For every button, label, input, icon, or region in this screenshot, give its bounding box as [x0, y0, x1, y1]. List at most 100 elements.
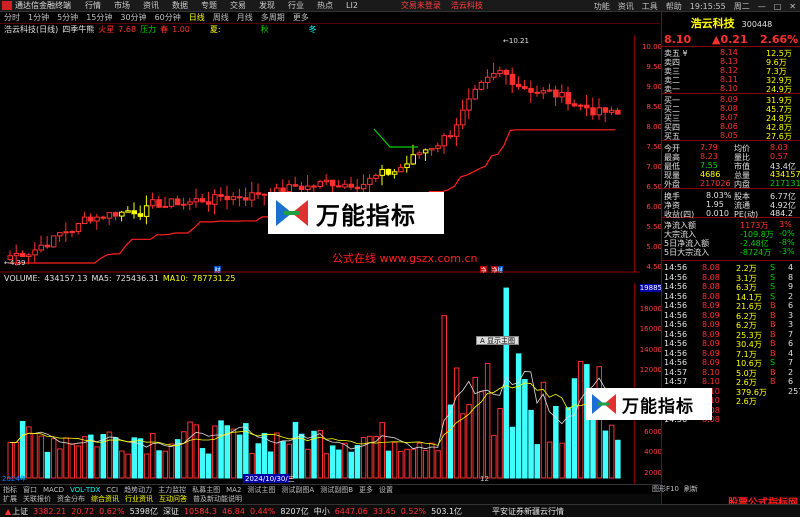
tab-cci[interactable]: CCI: [106, 486, 118, 494]
divider: [662, 188, 800, 189]
candle-body: [416, 152, 423, 156]
volume-bar: [497, 408, 503, 479]
candle-body: [553, 89, 559, 98]
subtab-related[interactable]: 关联报价: [23, 494, 51, 504]
ask-price: 8.10: [720, 84, 738, 93]
menu-item-news[interactable]: 资讯: [143, 0, 159, 11]
tab-test-sub-b[interactable]: 测试副图B: [320, 485, 353, 495]
tab-private-main[interactable]: 私募主图: [192, 485, 220, 495]
tab-vol-tdx[interactable]: VOL-TDX: [70, 486, 100, 494]
tab-indicator[interactable]: 指标: [3, 485, 17, 495]
ask-price: 8.14: [720, 48, 738, 57]
zx-label[interactable]: 中小: [314, 506, 330, 517]
subtab-news[interactable]: 综合资讯: [91, 494, 119, 504]
tab-window[interactable]: 窗口: [23, 485, 37, 495]
volume-bar: [534, 444, 540, 479]
subtab-extend[interactable]: 扩展: [3, 494, 17, 504]
sz-label[interactable]: 深证: [163, 506, 179, 517]
period-tab-monthly[interactable]: 月线: [237, 12, 253, 23]
chart-indicator-name[interactable]: 四季牛熊: [62, 24, 94, 35]
zx-amount: 503.1亿: [431, 506, 463, 516]
close-icon[interactable]: ✕: [789, 2, 796, 11]
menu-item-topic[interactable]: 专题: [201, 0, 217, 11]
menu-item-industry[interactable]: 行业: [288, 0, 304, 11]
subtab-fund[interactable]: 资金分布: [57, 494, 85, 504]
candle-body: [460, 109, 466, 126]
subtab-industry-news[interactable]: 行业资讯: [125, 494, 153, 504]
candle-body: [13, 252, 20, 257]
menu-item-trade[interactable]: 交易: [230, 0, 246, 11]
tab-trend[interactable]: 趋势动力: [124, 485, 152, 495]
volume-bar: [460, 413, 466, 479]
tab-test-sub-a[interactable]: 测试副图A: [281, 485, 314, 495]
tick-side: S: [770, 282, 776, 291]
menu-item-data[interactable]: 数据: [172, 0, 188, 11]
maximize-icon[interactable]: □: [774, 2, 782, 11]
volume-bar: [410, 448, 416, 479]
volume-bar: [329, 445, 336, 479]
period-tab-weekly[interactable]: 周线: [213, 12, 229, 23]
period-tab-timeshare[interactable]: 分时: [4, 12, 20, 23]
tab-settings[interactable]: 设置: [379, 485, 393, 495]
tab-more[interactable]: 更多: [359, 485, 373, 495]
refresh-button[interactable]: 刷新: [684, 484, 698, 494]
period-tab-1min[interactable]: 1分钟: [28, 12, 49, 23]
menu-help[interactable]: 帮助: [666, 1, 682, 12]
period-tab-15min[interactable]: 15分钟: [86, 12, 112, 23]
menu-info[interactable]: 资讯: [618, 1, 634, 12]
f10-button[interactable]: 图形F10: [652, 484, 679, 494]
period-tab-daily[interactable]: 日线: [189, 12, 205, 23]
winter-label: 冬: [308, 25, 317, 34]
subtab-qa[interactable]: 互动问答: [159, 494, 187, 504]
period-tab-30min[interactable]: 30分钟: [120, 12, 146, 23]
sh-label[interactable]: 上证: [12, 506, 28, 517]
bid-price: 8.06: [720, 122, 738, 131]
tab-ma2[interactable]: MA2: [226, 486, 241, 494]
tab-main-monitor[interactable]: 主力监控: [158, 485, 186, 495]
volume-bar: [509, 426, 516, 479]
tab-macd[interactable]: MACD: [43, 486, 64, 494]
volume-bar: [187, 421, 193, 479]
tick-time: 14:57: [664, 377, 688, 386]
candlestick-chart[interactable]: ←10.21←4.39财 财净净: [0, 35, 640, 273]
login-status[interactable]: 交易未登录: [401, 0, 441, 11]
tick-count: 6: [788, 339, 794, 348]
stat-value: 8.03%: [706, 191, 732, 200]
tab-test-main[interactable]: 测试主图: [247, 485, 275, 495]
volume-bar: [131, 437, 137, 479]
menu-item-li2[interactable]: LI2: [346, 1, 358, 10]
flow-row: 净流入额 1173万 3%: [662, 220, 800, 230]
volume-tick: 2000: [644, 468, 662, 477]
subtab-popular[interactable]: 普及新动能说明: [193, 494, 242, 504]
menu-tools[interactable]: 工具: [642, 1, 658, 12]
candle-body: [441, 135, 447, 147]
volume-bar: [286, 443, 292, 479]
ask-price: 8.11: [720, 75, 738, 84]
menu-item-hot[interactable]: 热点: [317, 0, 333, 11]
candle-body: [577, 104, 584, 107]
tick-time: 14:56: [664, 320, 688, 329]
ask-label: 卖一: [664, 85, 680, 94]
period-tab-more[interactable]: 更多: [293, 12, 309, 23]
period-tab-multi[interactable]: 多周期: [261, 12, 285, 23]
tick-price: 8.09: [702, 339, 720, 348]
menu-item-market[interactable]: 市场: [114, 0, 130, 11]
sz-amount: 8207亿: [280, 506, 309, 516]
volume-bar: [429, 442, 435, 479]
period-tab-5min[interactable]: 5分钟: [57, 12, 78, 23]
show-main-chart-tooltip[interactable]: A 显示主图: [476, 336, 520, 345]
menu-func[interactable]: 功能: [594, 1, 610, 12]
minimize-icon[interactable]: —: [758, 2, 766, 11]
tick-count: 3: [788, 310, 794, 320]
menu-item-quotes[interactable]: 行情: [85, 0, 101, 11]
bid-label: 买五: [664, 132, 680, 141]
candle-body: [447, 135, 454, 138]
candle-body: [32, 249, 38, 256]
period-tab-60min[interactable]: 60分钟: [155, 12, 181, 23]
menu-item-discover[interactable]: 发现: [259, 0, 275, 11]
candle-body: [199, 198, 206, 203]
divider: [662, 46, 800, 47]
volume-chart[interactable]: 2024年 2024/10/30/三 12: [0, 283, 640, 484]
tick-price: 8.08: [702, 263, 720, 272]
tick-time: 14:56: [664, 310, 688, 320]
